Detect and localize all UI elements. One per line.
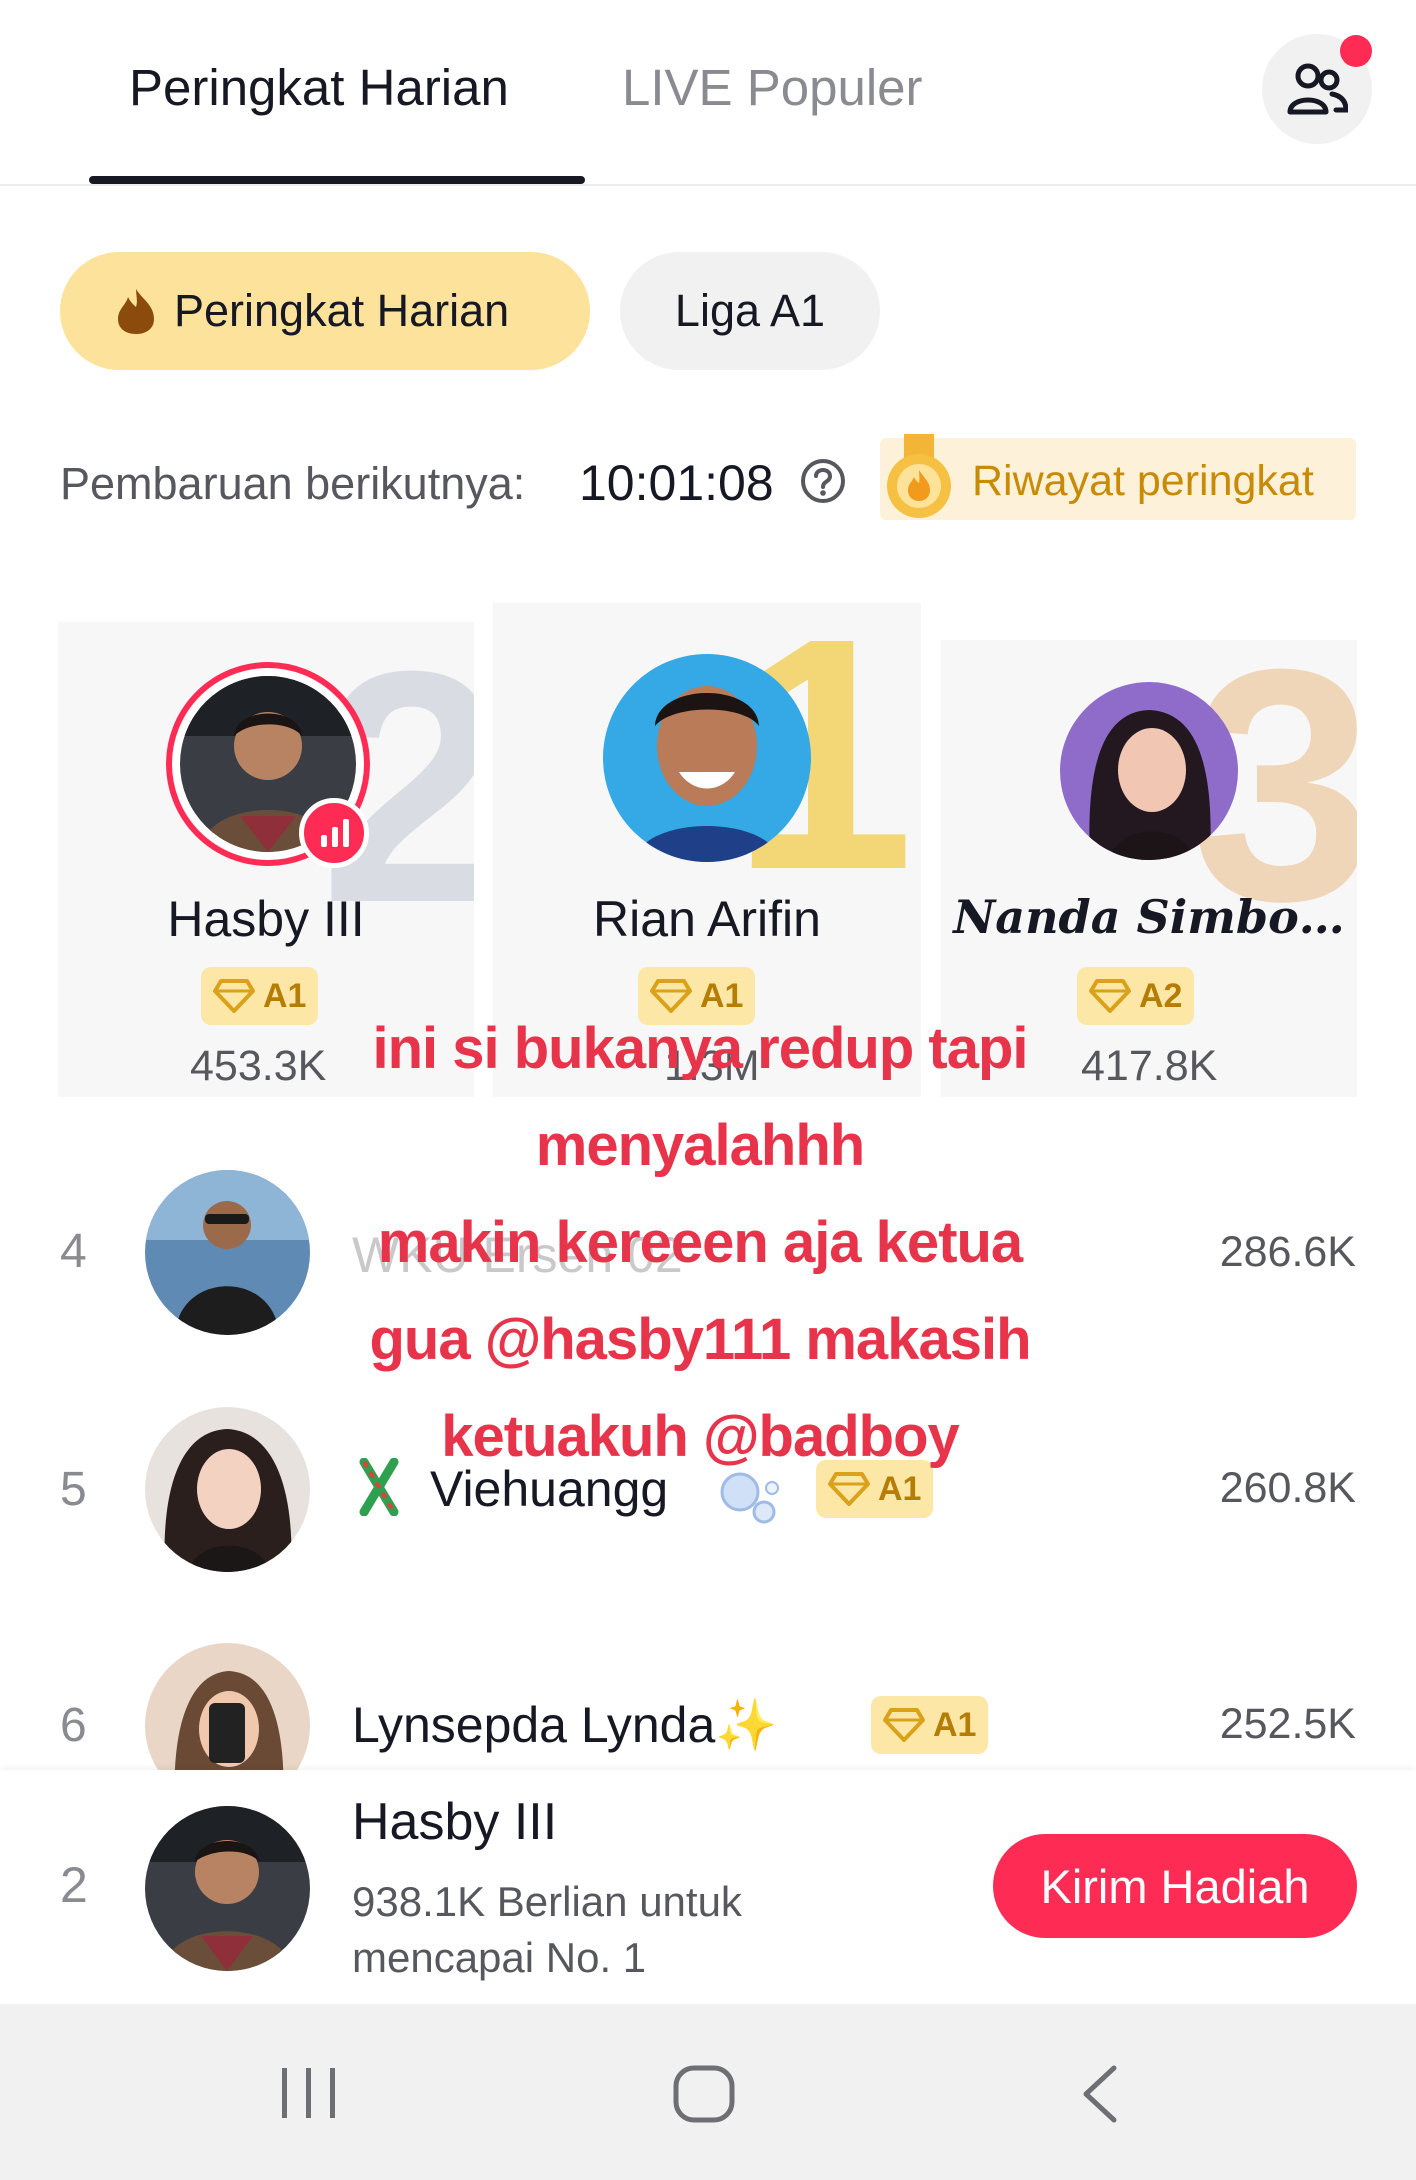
diamond-icon <box>883 1708 925 1742</box>
my-ranking-bar: 2 Hasby III 938.1K Berlian untuk mencapa… <box>0 1770 1416 2004</box>
live-bars-icon <box>321 819 349 847</box>
my-gap-to-first: 938.1K Berlian untuk mencapai No. 1 <box>352 1878 742 1981</box>
notification-dot <box>1340 35 1372 67</box>
caption-line: ini si bukanya redup tapi <box>372 1016 1028 1081</box>
my-name: Hasby III <box>352 1793 558 1851</box>
caption-line: makin kereeen aja ketua <box>377 1210 1023 1275</box>
avatar <box>603 654 811 862</box>
ranking-history-label: Riwayat peringkat <box>972 457 1314 505</box>
rank-number: 4 <box>60 1225 87 1278</box>
caption-line: ketuakuh @badboy <box>441 1404 960 1469</box>
rank-number: 6 <box>60 1699 87 1752</box>
next-update-label: Pembaruan berikutnya: <box>60 458 526 509</box>
avatar <box>145 1806 310 1971</box>
row-score: 286.6K <box>1219 1228 1356 1276</box>
live-badge <box>299 798 369 868</box>
row-score: 252.5K <box>1219 1700 1356 1748</box>
podium-name: Rian Arifin <box>593 891 821 947</box>
ranking-history-button[interactable]: Riwayat peringkat <box>880 434 1356 520</box>
back-icon[interactable] <box>1076 2064 1122 2124</box>
tier-badge: A1 <box>871 1696 989 1754</box>
help-icon[interactable] <box>799 457 847 505</box>
home-icon[interactable] <box>672 2064 736 2124</box>
daily-ranking-pill-label: Peringkat Harian <box>174 285 510 336</box>
tab-daily-ranking[interactable]: Peringkat Harian <box>129 58 509 117</box>
top-tabs: Peringkat Harian LIVE Populer <box>0 0 1416 186</box>
tier-label: A1 <box>933 1705 977 1744</box>
podium-name: Nanda Simbo… <box>953 890 1345 944</box>
video-caption-overlay: ini si bukanya redup tapi menyalahhh mak… <box>200 1000 1200 1485</box>
rank-number: 5 <box>60 1463 87 1516</box>
send-gift-button[interactable]: Kirim Hadiah <box>993 1834 1357 1938</box>
podium-name: Hasby III <box>167 891 365 947</box>
league-a1-pill-label: Liga A1 <box>674 285 826 336</box>
medal-icon <box>887 434 951 518</box>
avatar <box>1060 682 1238 860</box>
people-icon <box>1287 63 1348 115</box>
next-update-countdown: 10:01:08 <box>579 455 774 511</box>
my-rank-number: 2 <box>60 1857 88 1913</box>
daily-ranking-pill[interactable]: Peringkat Harian <box>60 252 590 370</box>
flame-icon <box>118 289 154 334</box>
caption-line: gua @hasby111 makasih <box>369 1307 1031 1372</box>
active-tab-indicator <box>89 176 585 184</box>
recent-apps-icon[interactable] <box>278 2064 340 2122</box>
row-score: 260.8K <box>1219 1464 1356 1512</box>
caption-line: menyalahhh <box>535 1113 865 1178</box>
row-name: Lynsepda Lynda✨ <box>352 1697 778 1753</box>
league-a1-pill[interactable]: Liga A1 <box>620 252 880 370</box>
system-navigation-bar <box>0 2004 1416 2180</box>
tab-live-popular[interactable]: LIVE Populer <box>622 58 923 117</box>
